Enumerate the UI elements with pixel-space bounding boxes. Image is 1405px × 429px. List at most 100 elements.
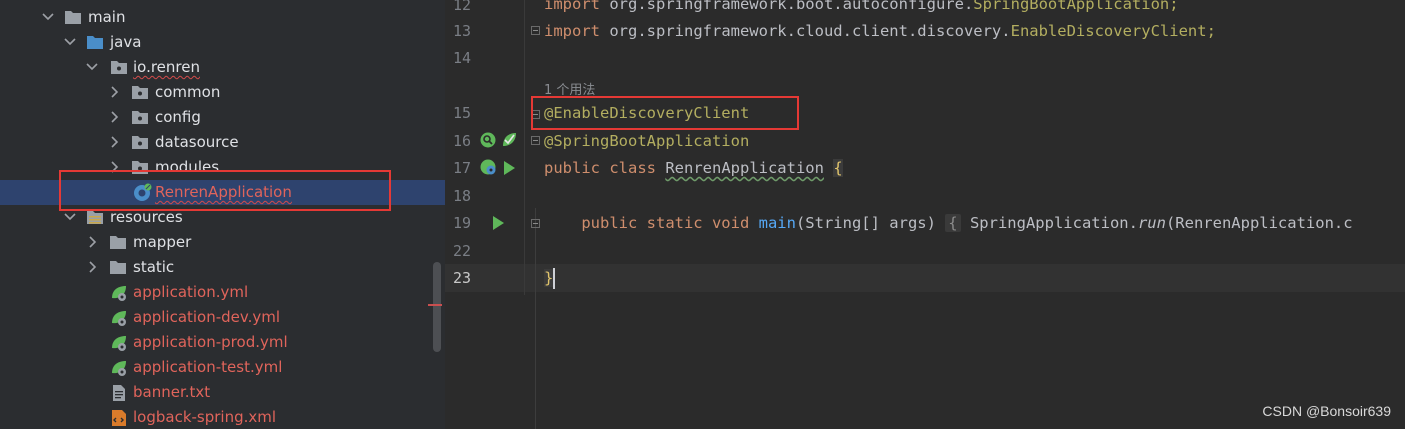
code-text: (RenrenApplication.c	[1165, 214, 1353, 232]
tree-item-label: application-dev.yml	[133, 308, 281, 326]
code-line-23: }	[544, 269, 554, 287]
tree-item-application-prod-yml[interactable]: application-prod.yml	[0, 330, 445, 355]
watermark: CSDN @Bonsoir639	[1262, 403, 1391, 419]
highlight-box-renren-application	[59, 170, 391, 211]
line-number: 12	[452, 0, 471, 14]
spring-config-icon	[109, 359, 127, 377]
chevron-down-icon[interactable]	[41, 9, 55, 25]
project-tree: main java io.renren common config dataso…	[0, 0, 445, 429]
gutter-separator	[524, 0, 525, 295]
tree-item-label: application-test.yml	[133, 358, 283, 376]
source-folder-icon	[86, 34, 104, 52]
tree-item-label: static	[133, 258, 175, 276]
line-number: 19	[452, 214, 471, 232]
code-line-12: import org.springframework.boot.autoconf…	[544, 0, 1179, 13]
tree-item-label: banner.txt	[133, 383, 211, 401]
highlight-box-enable-discovery-client	[531, 96, 799, 130]
line-number: 15	[452, 104, 471, 122]
brace: {	[833, 159, 843, 177]
spring-config-icon	[109, 309, 127, 327]
folded-block[interactable]: {	[945, 214, 961, 232]
keyword: import	[544, 22, 600, 40]
line-number: 14	[452, 49, 471, 67]
tree-item-label: common	[155, 83, 221, 101]
tree-item-datasource[interactable]: datasource	[0, 130, 445, 155]
chevron-down-icon[interactable]	[63, 34, 77, 50]
tree-scrollbar[interactable]	[433, 262, 441, 352]
chevron-right-icon[interactable]	[85, 234, 99, 250]
annotation: @SpringBootApplication	[544, 132, 750, 150]
keyword: public class	[544, 159, 666, 177]
chevron-down-icon[interactable]	[85, 59, 99, 75]
method-name: main	[758, 214, 796, 232]
spring-bean-icon[interactable]	[479, 158, 497, 176]
package-icon	[131, 134, 149, 152]
chevron-right-icon[interactable]	[85, 259, 99, 275]
fold-marker[interactable]	[531, 136, 540, 145]
tree-item-banner-txt[interactable]: banner.txt	[0, 380, 445, 405]
tree-item-logback-spring-xml[interactable]: logback-spring.xml	[0, 405, 445, 429]
run-icon[interactable]	[502, 160, 520, 178]
folder-icon	[109, 259, 127, 277]
spring-bean-check-icon[interactable]	[500, 131, 518, 149]
text-caret	[553, 268, 555, 289]
tree-item-label: application-prod.yml	[133, 333, 288, 351]
package-icon	[131, 84, 149, 102]
tree-item-application-yml[interactable]: application.yml	[0, 280, 445, 305]
code-line-13: import org.springframework.cloud.client.…	[544, 22, 1216, 40]
class-name: RenrenApplication	[665, 159, 824, 177]
folder-icon	[64, 9, 82, 27]
keyword: public static void	[581, 214, 759, 232]
fold-marker[interactable]	[531, 26, 540, 35]
tree-item-java[interactable]: java	[0, 30, 445, 55]
tree-item-label: main	[88, 8, 126, 26]
tree-item-application-test-yml[interactable]: application-test.yml	[0, 355, 445, 380]
text-file-icon	[111, 384, 129, 402]
tree-item-io-renren[interactable]: io.renren	[0, 55, 445, 80]
tree-item-label: application.yml	[133, 283, 249, 301]
tree-item-label: java	[110, 33, 142, 51]
resources-folder-icon	[86, 209, 104, 227]
method-signature: (String[] args)	[795, 214, 936, 232]
folder-icon	[109, 234, 127, 252]
brace: }	[544, 269, 554, 287]
tree-item-config[interactable]: config	[0, 105, 445, 130]
chevron-right-icon[interactable]	[107, 84, 121, 100]
code-line-16: @SpringBootApplication	[544, 132, 749, 150]
tree-item-application-dev-yml[interactable]: application-dev.yml	[0, 305, 445, 330]
code-line-17: public class RenrenApplication {	[544, 159, 843, 177]
line-number: 13	[452, 22, 471, 40]
tree-item-common[interactable]: common	[0, 80, 445, 105]
chevron-down-icon[interactable]	[63, 209, 77, 225]
line-number: 16	[452, 132, 471, 150]
tree-item-label: mapper	[133, 233, 192, 251]
chevron-right-icon[interactable]	[107, 134, 121, 150]
spring-bean-search-icon[interactable]	[479, 131, 497, 149]
spring-config-icon	[109, 284, 127, 302]
indent-guide	[535, 208, 536, 429]
tree-item-static[interactable]: static	[0, 255, 445, 280]
scroll-error-marker	[428, 304, 442, 306]
code-line-19: public static void main(String[] args) {…	[544, 214, 1353, 232]
package-icon	[110, 59, 128, 77]
keyword: import	[544, 0, 600, 13]
package-path: org.springframework.boot.autoconfigure.	[600, 0, 974, 13]
method-call: run	[1137, 214, 1166, 232]
package-icon	[131, 109, 149, 127]
caret-line-highlight	[445, 264, 1405, 292]
tree-item-main[interactable]: main	[0, 5, 445, 30]
package-path: org.springframework.cloud.client.discove…	[600, 22, 1011, 40]
tree-item-label: datasource	[155, 133, 239, 151]
xml-file-icon	[110, 409, 128, 427]
tree-item-label: config	[155, 108, 201, 126]
tree-item-mapper[interactable]: mapper	[0, 230, 445, 255]
spring-config-icon	[109, 334, 127, 352]
line-number: 17	[452, 159, 471, 177]
fold-marker[interactable]	[531, 219, 540, 228]
tree-item-label: io.renren	[133, 58, 200, 76]
chevron-right-icon[interactable]	[107, 109, 121, 125]
code-text: SpringApplication.	[960, 214, 1138, 232]
run-icon[interactable]	[491, 215, 509, 233]
line-number: 18	[452, 187, 471, 205]
